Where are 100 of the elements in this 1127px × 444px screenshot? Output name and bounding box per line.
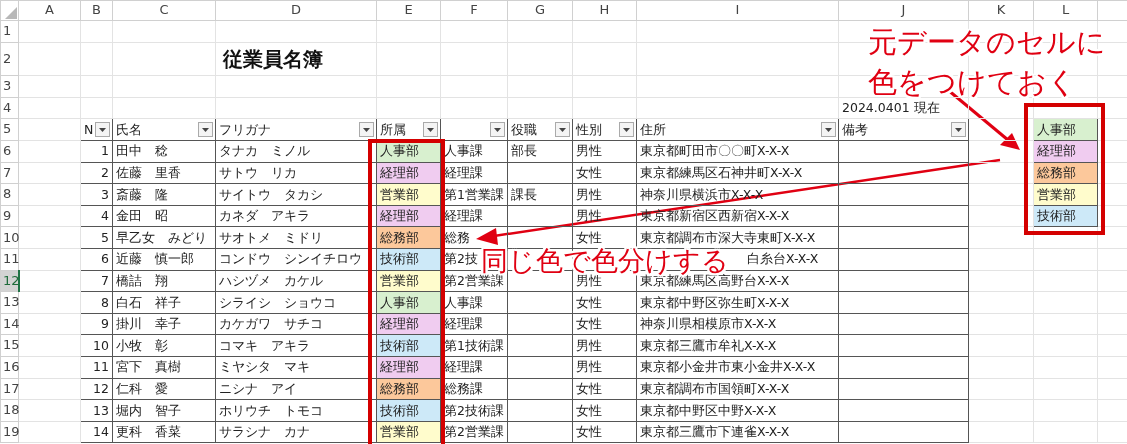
table-cell: ホリウチ トモコ — [215, 399, 377, 422]
table-cell: 9 — [80, 313, 113, 335]
table-cell: 女性 — [572, 421, 637, 443]
table-cell: ニシナ アイ — [215, 378, 377, 400]
filter-button[interactable] — [198, 122, 213, 137]
table-cell: 14 — [80, 421, 113, 443]
row-header[interactable]: 11 — [0, 248, 19, 271]
filter-button[interactable] — [423, 122, 438, 137]
row-header[interactable]: 4 — [0, 97, 19, 119]
row-header[interactable]: 10 — [0, 226, 19, 249]
column-header[interactable]: A — [18, 0, 81, 21]
row-header[interactable]: 15 — [0, 334, 19, 357]
table-cell: 田中 稔 — [112, 140, 216, 163]
row-header[interactable]: 2 — [0, 42, 19, 76]
column-header[interactable]: H — [572, 0, 637, 21]
column-header[interactable]: D — [215, 0, 377, 21]
filter-button[interactable] — [555, 122, 570, 137]
row-header[interactable]: 5 — [0, 118, 19, 141]
row-header[interactable]: 6 — [0, 140, 19, 163]
filter-button[interactable] — [359, 122, 374, 137]
column-header[interactable]: C — [112, 0, 216, 21]
row-header[interactable]: 9 — [0, 205, 19, 227]
table-cell: ハシヅメ カケル — [215, 270, 377, 292]
table-cell: 女性 — [572, 399, 637, 422]
filter-button[interactable] — [490, 122, 505, 137]
table-cell: 10 — [80, 334, 113, 357]
table-cell: タナカ ミノル — [215, 140, 377, 163]
table-cell: 女性 — [572, 291, 637, 314]
row-header[interactable]: 18 — [0, 399, 19, 422]
table-cell: 男性 — [572, 183, 637, 206]
table-cell: 宮下 真樹 — [112, 356, 216, 379]
caret-icon — [494, 127, 501, 132]
table-cell: 金田 昭 — [112, 205, 216, 227]
table-cell: 女性 — [572, 162, 637, 184]
caret-icon — [559, 127, 566, 132]
table-cell: サオトメ ミドリ — [215, 226, 377, 249]
row-header[interactable]: 8 — [0, 183, 19, 206]
date-label: 2024.0401 現在 — [838, 97, 969, 119]
caret-icon — [427, 127, 434, 132]
column-header[interactable]: I — [636, 0, 839, 21]
caret-icon — [202, 127, 209, 132]
caret-icon — [363, 127, 370, 132]
table-cell: 男性 — [572, 205, 637, 227]
table-cell: コマキ アキラ — [215, 334, 377, 357]
column-heading: フリガナ — [219, 122, 271, 137]
table-cell: 白石 祥子 — [112, 291, 216, 314]
filter-button[interactable] — [821, 122, 836, 137]
table-cell: 掛川 幸子 — [112, 313, 216, 335]
row-header[interactable]: 14 — [0, 313, 19, 335]
table-cell: シライシ ショウコ — [215, 291, 377, 314]
caret-icon — [99, 127, 106, 132]
column-heading: 役職 — [511, 122, 537, 137]
column-header[interactable]: E — [376, 0, 441, 21]
table-cell: 東京都三鷹市下連雀X-X-X — [636, 421, 839, 443]
filter-button[interactable] — [619, 122, 634, 137]
column-heading: 氏名 — [116, 122, 142, 137]
sheet-title: 従業員名簿 — [223, 47, 323, 71]
column-heading: 所属 — [380, 122, 406, 137]
column-header[interactable]: F — [440, 0, 508, 21]
table-cell: サラシナ カナ — [215, 421, 377, 443]
row-header[interactable]: 19 — [0, 421, 19, 443]
table-cell: 課長 — [507, 183, 573, 206]
table-cell: 東京都練馬区石神井町X-X-X — [636, 162, 839, 184]
table-cell: 東京都三鷹市牟礼X-X-X — [636, 334, 839, 357]
filter-button[interactable] — [95, 122, 110, 137]
table-cell: 部長 — [507, 140, 573, 163]
table-cell: 東京都町田市〇〇町X-X-X — [636, 140, 839, 163]
table-cell: カネダ アキラ — [215, 205, 377, 227]
table-cell: 早乙女 みどり — [112, 226, 216, 249]
row-header[interactable]: 16 — [0, 356, 19, 379]
table-cell: 東京都中野区弥生町X-X-X — [636, 291, 839, 314]
caret-icon — [623, 127, 630, 132]
row-header[interactable]: 3 — [0, 75, 19, 98]
table-cell: 東京都調布市深大寺東町X-X-X — [636, 226, 839, 249]
table-cell: 11 — [80, 356, 113, 379]
column-header[interactable]: L — [1033, 0, 1098, 21]
table-cell: 5 — [80, 226, 113, 249]
column-heading: 住所 — [640, 122, 666, 137]
column-header[interactable]: B — [80, 0, 113, 21]
table-cell: 東京都調布市国領町X-X-X — [636, 378, 839, 400]
column-header[interactable]: G — [507, 0, 573, 21]
column-header[interactable]: K — [968, 0, 1034, 21]
row-header[interactable]: 7 — [0, 162, 19, 184]
table-cell: ミヤシタ マキ — [215, 356, 377, 379]
table-cell: カケガワ サチコ — [215, 313, 377, 335]
table-cell: 東京都中野区中野X-X-X — [636, 399, 839, 422]
table-cell: 近藤 慎一郎 — [112, 248, 216, 271]
row-header[interactable]: 13 — [0, 291, 19, 314]
table-cell: 2 — [80, 162, 113, 184]
table-cell: 橋詰 翔 — [112, 270, 216, 292]
table-cell: 3 — [80, 183, 113, 206]
table-cell: 東京都小金井市東小金井X-X-X — [636, 356, 839, 379]
table-cell: 8 — [80, 291, 113, 314]
row-header[interactable]: 17 — [0, 378, 19, 400]
column-heading: 備考 — [842, 122, 868, 137]
table-cell: 佐藤 里香 — [112, 162, 216, 184]
column-header[interactable]: J — [838, 0, 969, 21]
table-cell: 更科 香菜 — [112, 421, 216, 443]
filter-button[interactable] — [951, 122, 966, 137]
row-header[interactable]: 1 — [0, 20, 19, 43]
